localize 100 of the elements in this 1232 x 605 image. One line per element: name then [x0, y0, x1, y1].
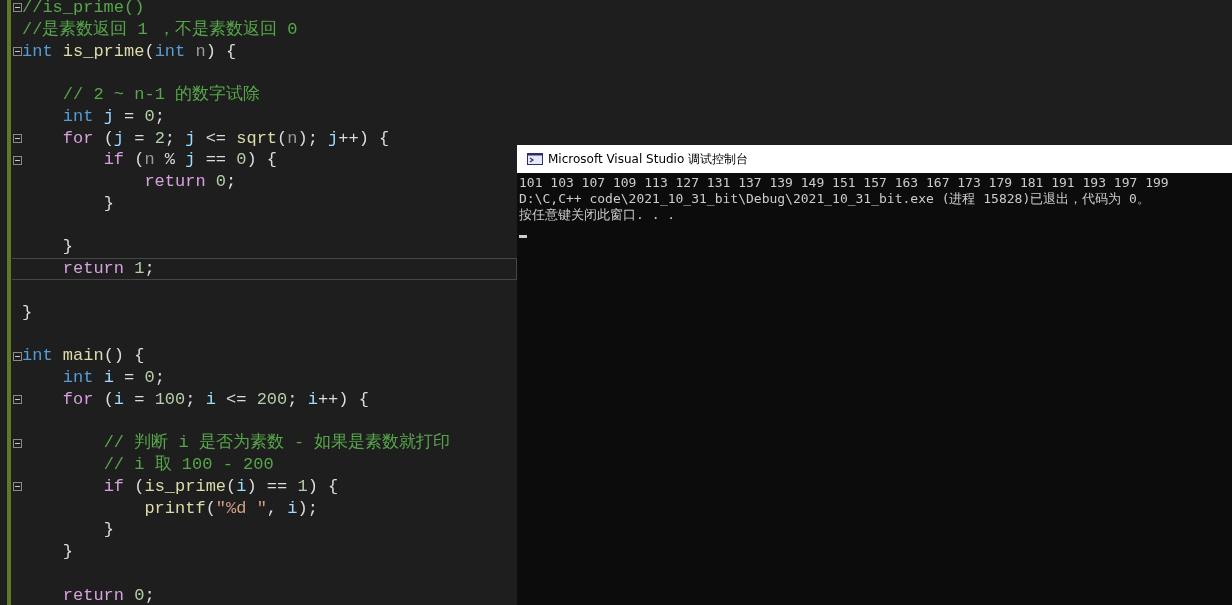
keyword: for: [62, 127, 94, 150]
code-text: }: [62, 541, 73, 563]
collapse-icon[interactable]: [13, 3, 22, 13]
keyword: int: [22, 345, 53, 367]
string-literal: "%d ": [215, 497, 267, 520]
parameter-name: n: [144, 149, 155, 172]
code-text: ==: [205, 149, 228, 172]
code-text: }: [62, 236, 73, 259]
function-name: main: [62, 345, 104, 367]
code-text: }: [103, 192, 114, 215]
collapse-icon[interactable]: [13, 482, 22, 492]
collapse-icon[interactable]: [13, 155, 22, 165]
code-text: (: [144, 40, 155, 63]
code-text: ;: [154, 367, 165, 389]
function-name: is_prime: [62, 40, 145, 63]
collapse-icon[interactable]: [13, 351, 22, 361]
collapse-icon[interactable]: [13, 438, 22, 448]
collapse-icon[interactable]: [13, 133, 22, 143]
keyword: int: [154, 40, 186, 63]
keyword: for: [62, 388, 94, 411]
number-literal: 1: [297, 475, 308, 498]
keyword: return: [62, 259, 125, 279]
parameter-name: n: [195, 40, 206, 63]
variable-name: i: [205, 388, 216, 411]
console-app-icon: [527, 153, 543, 165]
variable-name: i: [307, 388, 318, 411]
variable-name: i: [113, 388, 125, 411]
code-text: =: [134, 388, 146, 411]
code-text: );: [297, 127, 319, 150]
variable-name: i: [103, 367, 114, 389]
window-title: Microsoft Visual Studio 调试控制台: [548, 150, 749, 168]
keyword: if: [103, 475, 125, 498]
code-comment: // 判断 i 是否为素数 - 如果是素数就打印: [103, 432, 451, 455]
code-text: );: [297, 497, 318, 520]
collapse-icon[interactable]: [13, 46, 22, 56]
collapse-icon[interactable]: [13, 395, 22, 405]
code-text: <=: [205, 127, 228, 150]
code-text: ) {: [307, 475, 339, 498]
code-text: (: [226, 475, 237, 498]
number-literal: 100: [154, 388, 186, 411]
code-comment: // 2 ~ n-1 的数字试除: [62, 84, 261, 106]
keyword: return: [62, 584, 125, 605]
code-text: ;: [185, 388, 197, 411]
code-text: }: [103, 519, 114, 542]
code-text: ) ==: [246, 475, 289, 498]
code-text: (: [277, 127, 288, 150]
number-literal: 200: [256, 388, 288, 411]
number-literal: 0: [144, 367, 155, 389]
variable-name: i: [287, 497, 298, 520]
console-output: 按任意键关闭此窗口. . .: [519, 207, 677, 223]
number-literal: 0: [215, 171, 227, 193]
code-text: <=: [226, 388, 248, 411]
code-text: =: [124, 105, 136, 128]
function-name: is_prime: [144, 475, 227, 498]
variable-name: i: [236, 475, 247, 498]
variable-name: j: [185, 149, 196, 172]
number-literal: 0: [144, 105, 155, 128]
variable-name: j: [185, 127, 196, 150]
code-text: ;: [154, 105, 165, 128]
code-text: ++) {: [338, 127, 390, 150]
parameter-name: n: [287, 127, 298, 150]
variable-name: j: [328, 127, 339, 150]
console-output: D:\C,C++ code\2021_10_31_bit\Debug\2021_10_31_bit.exe (进程 15828)已退出，代码为 0。: [519, 191, 1151, 207]
code-text: (: [134, 475, 145, 498]
text-cursor-icon: [519, 235, 527, 238]
code-text: ;: [226, 171, 237, 193]
keyword: int: [22, 40, 53, 63]
number-literal: 0: [236, 149, 247, 172]
code-comment: //是素数返回 1 ，不是素数返回 0: [22, 18, 298, 41]
number-literal: 2: [154, 127, 165, 150]
code-text: (: [205, 497, 216, 520]
keyword: return: [144, 171, 206, 193]
code-text: () {: [103, 345, 145, 367]
variable-name: j: [103, 105, 114, 128]
number-literal: 1: [134, 259, 145, 279]
console-output: 101 103 107 109 113 127 131 137 139 149 151 157 163 167 173 179 181 191 193 197 199: [519, 175, 1170, 191]
code-text: ,: [266, 497, 279, 520]
code-text: ++) {: [317, 388, 369, 411]
code-text: ;: [287, 388, 299, 411]
code-comment: // i 取 100 - 200: [103, 454, 274, 476]
function-name: sqrt: [236, 127, 278, 150]
code-text: ;: [144, 259, 155, 279]
code-text: (: [103, 127, 114, 150]
code-text: ;: [144, 584, 155, 605]
code-text: }: [22, 301, 33, 324]
keyword: int: [62, 105, 94, 128]
keyword: if: [103, 149, 125, 172]
code-text: ;: [164, 127, 177, 150]
code-text: =: [124, 367, 136, 389]
code-text: ) {: [246, 149, 278, 172]
code-comment: //is_prime(): [22, 0, 145, 19]
code-text: =: [134, 127, 146, 150]
code-text: (: [134, 149, 145, 172]
code-text: ) {: [205, 40, 237, 63]
code-text: (: [103, 388, 114, 411]
code-text: %: [164, 149, 177, 172]
variable-name: j: [113, 127, 125, 150]
function-name: printf: [144, 497, 206, 520]
keyword: int: [62, 367, 94, 389]
number-literal: 0: [134, 584, 145, 605]
